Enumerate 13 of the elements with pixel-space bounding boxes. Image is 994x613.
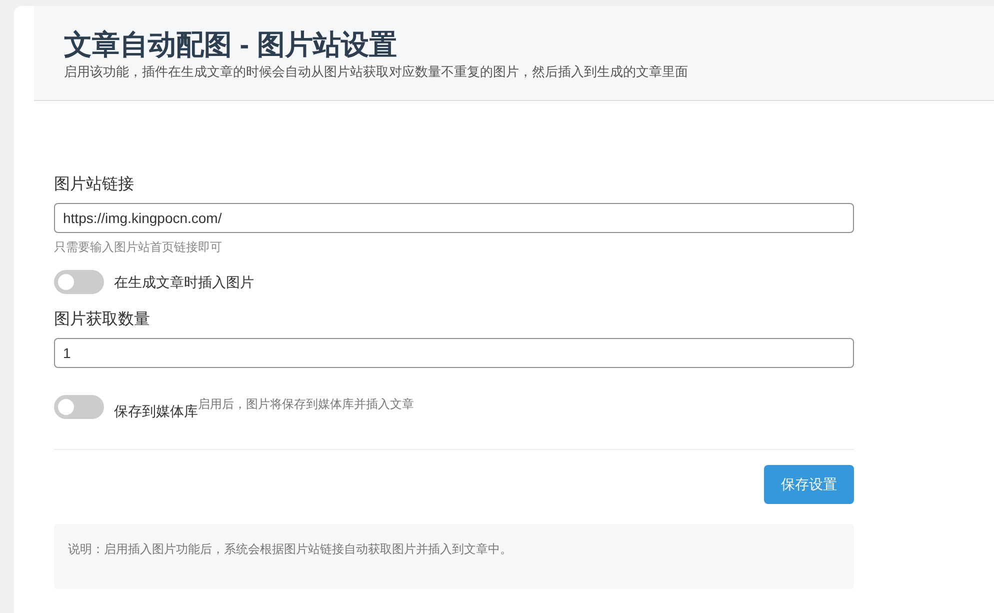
field-label: 图片获取数量	[54, 310, 151, 330]
input-field[interactable]: 1	[54, 338, 854, 368]
input-field[interactable]: https://img.kingpocn.com/	[54, 203, 854, 233]
toggle-label: 保存到媒体库	[114, 402, 198, 421]
page-subtitle: 启用该功能，插件在生成文章的时候会自动从图片站获取对应数量不重复的图片，然后插入到生成的文章里面	[64, 63, 689, 81]
toggle-note: 启用后，图片将保存到媒体库并插入文章	[198, 396, 414, 413]
toggle-switch[interactable]	[54, 395, 104, 419]
page-title: 文章自动配图 - 图片站设置	[64, 28, 398, 62]
field-hint: 只需要输入图片站首页链接即可	[54, 239, 223, 256]
info-note: 说明：启用插入图片功能后，系统会根据图片站链接自动获取图片并插入到文章中。	[68, 541, 513, 558]
toggle-label: 在生成文章时插入图片	[114, 272, 254, 292]
field-label: 图片站链接	[54, 175, 135, 195]
toggle-switch[interactable]	[54, 270, 104, 294]
